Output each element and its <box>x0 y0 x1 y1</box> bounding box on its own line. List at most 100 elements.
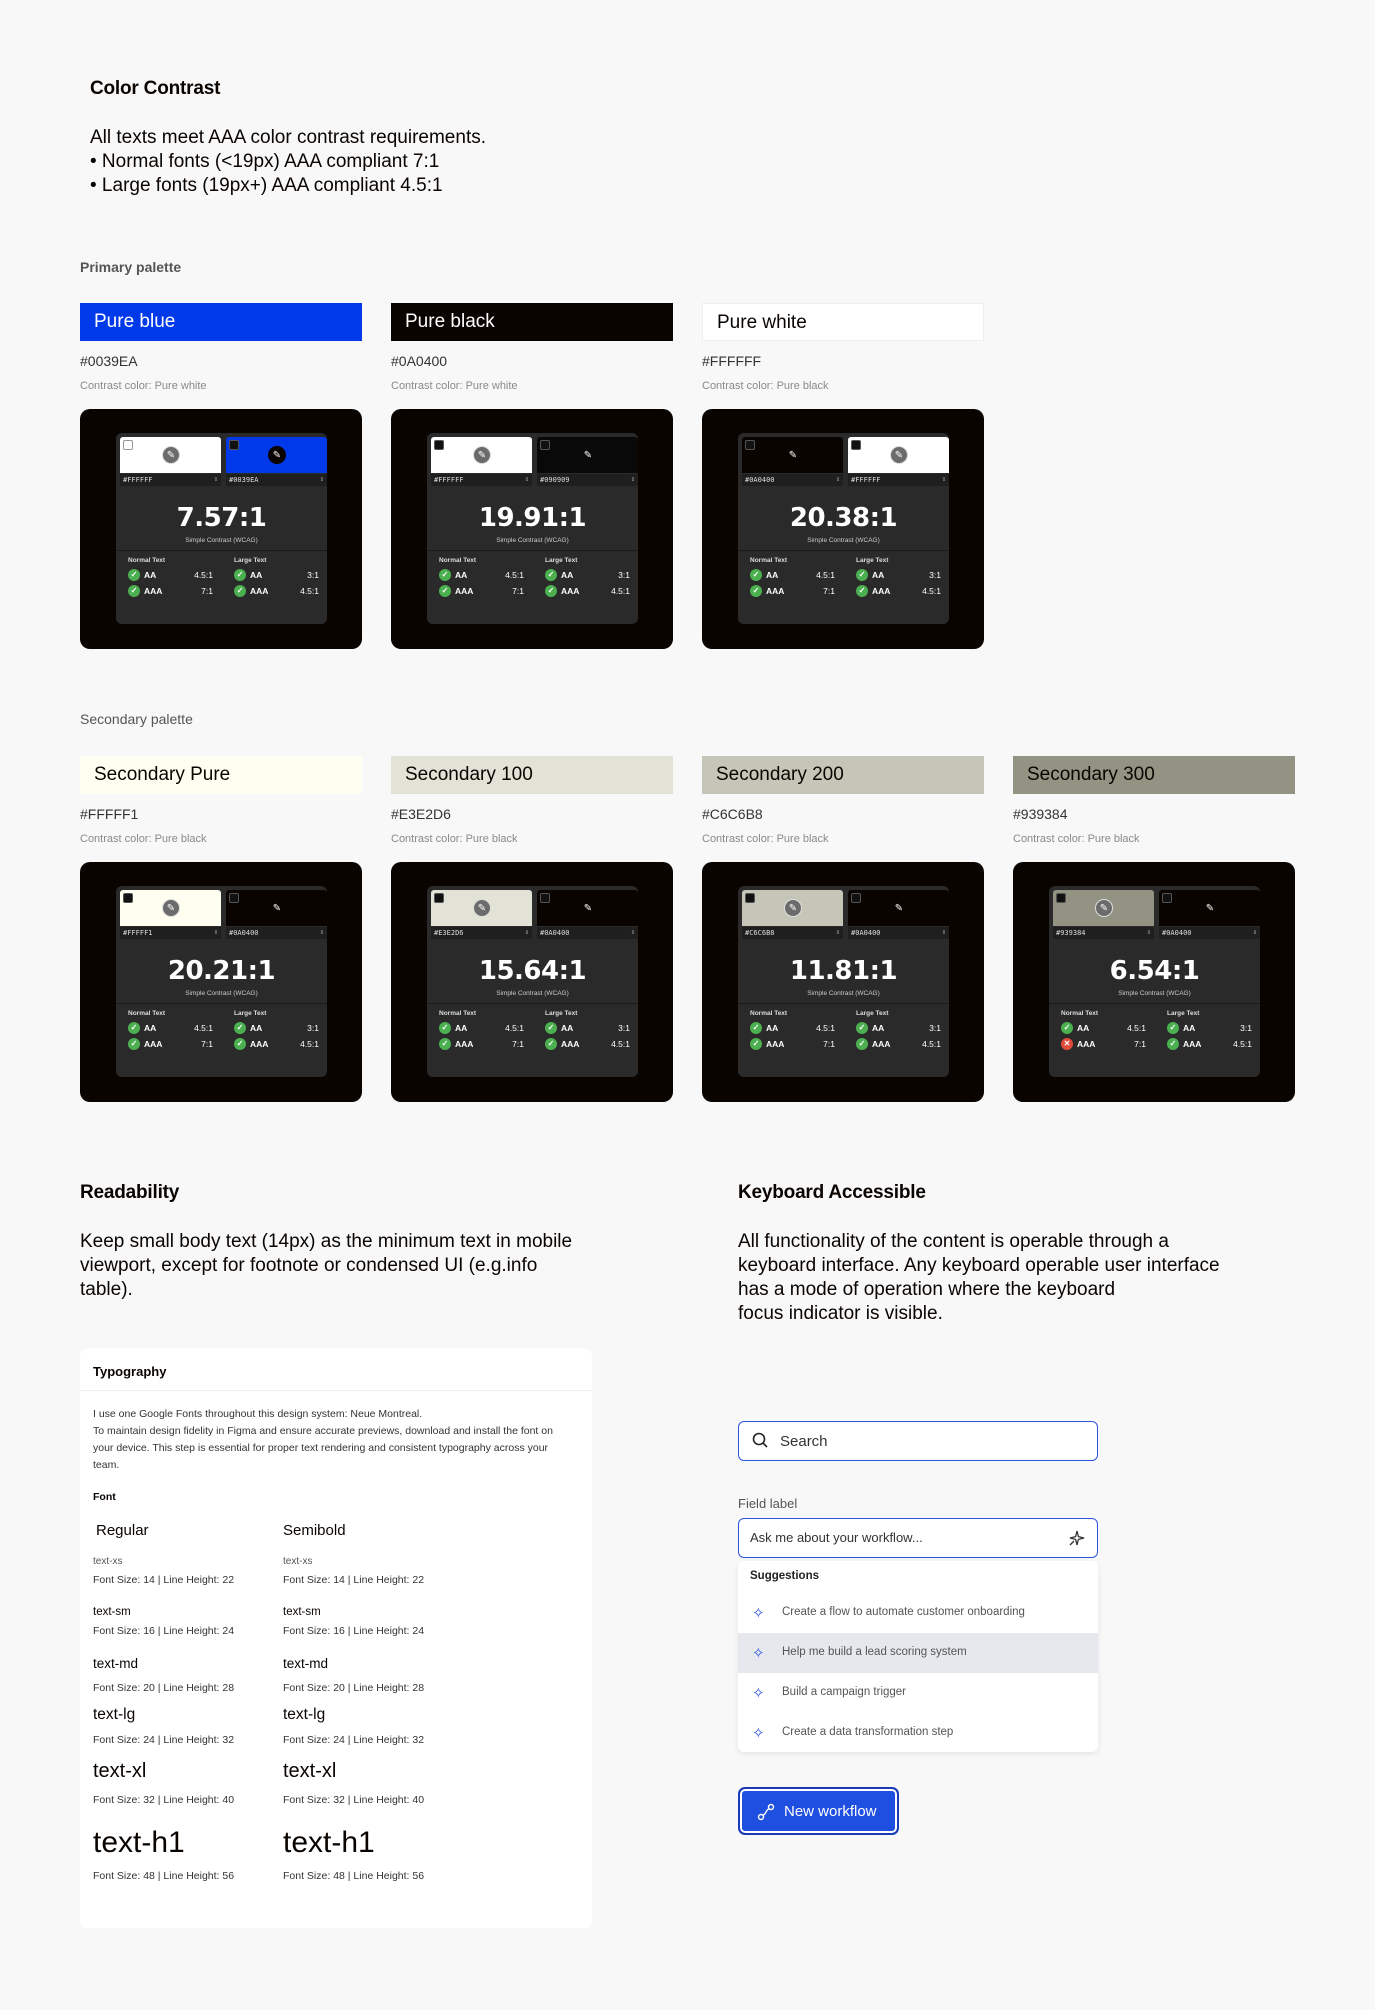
checkbox-icon[interactable] <box>745 440 755 450</box>
divider <box>738 550 949 551</box>
foreground-hex-select[interactable]: #FFFFFF ⇕ <box>120 474 221 486</box>
large-text-column: Large Text ✓ AA 3:1 ✓ AAA 4.5:1 <box>234 557 327 600</box>
check-icon: ✓ <box>234 585 246 597</box>
background-hex-select[interactable]: #090909 ⇕ <box>537 474 638 486</box>
eyedropper-icon[interactable]: ✎ <box>1095 899 1113 917</box>
checkbox-icon[interactable] <box>745 893 755 903</box>
aa-label: AA <box>561 1023 574 1033</box>
checkbox-icon[interactable] <box>123 893 133 903</box>
large-text-heading: Large Text <box>234 557 267 564</box>
background-swatch[interactable]: ✎ <box>226 890 327 926</box>
suggestion-item[interactable]: ✧ Help me build a lead scoring system <box>738 1633 1098 1673</box>
background-swatch[interactable]: ✎ <box>1159 890 1260 926</box>
foreground-swatch[interactable]: ✎ <box>120 437 221 473</box>
aa-label: AA <box>250 570 263 580</box>
checkbox-icon[interactable] <box>229 893 239 903</box>
normal-aaa-row: ✕ AAA 7:1 <box>1061 1037 1156 1053</box>
background-swatch[interactable]: ✎ <box>848 890 949 926</box>
foreground-hex-select[interactable]: #939384 ⇕ <box>1053 927 1154 939</box>
checkbox-icon[interactable] <box>123 440 133 450</box>
foreground-hex-select[interactable]: #C6C6B8 ⇕ <box>742 927 843 939</box>
check-icon: ✓ <box>750 585 762 597</box>
suggestion-item[interactable]: ✧ Create a data transformation step <box>738 1713 1098 1752</box>
normal-aa-row: ✓ AA 4.5:1 <box>1061 1021 1156 1037</box>
eyedropper-icon[interactable]: ✎ <box>890 899 908 917</box>
eyedropper-icon[interactable]: ✎ <box>473 899 491 917</box>
foreground-swatch[interactable]: ✎ <box>1053 890 1154 926</box>
check-icon: ✓ <box>750 1022 762 1034</box>
normal-aa-row: ✓ AA 4.5:1 <box>128 568 223 584</box>
aaa-label: AAA <box>144 1039 163 1049</box>
normal-aa-row: ✓ AA 4.5:1 <box>750 1021 845 1037</box>
contrast-note: Contrast color: Pure black <box>80 833 207 845</box>
checkbox-icon[interactable] <box>851 893 861 903</box>
normal-text-heading: Normal Text <box>128 1010 166 1017</box>
contrast-subtitle: Simple Contrast (WCAG) <box>1118 990 1191 997</box>
large-aaa-row: ✓ AAA 4.5:1 <box>545 584 638 600</box>
checkbox-icon[interactable] <box>540 440 550 450</box>
suggestion-item[interactable]: ✧ Create a flow to automate customer onbo… <box>738 1593 1098 1633</box>
eyedropper-icon[interactable]: ✎ <box>268 446 286 464</box>
background-hex-select[interactable]: #0A0400 ⇕ <box>1159 927 1260 939</box>
aa-value: 4.5:1 <box>194 570 213 580</box>
aaa-value: 7:1 <box>823 586 835 596</box>
swatch-hex: #FFFFF1 <box>80 806 139 822</box>
eyedropper-icon[interactable]: ✎ <box>579 899 597 917</box>
eyedropper-icon[interactable]: ✎ <box>473 446 491 464</box>
foreground-hex-select[interactable]: #FFFFFF ⇕ <box>431 474 532 486</box>
eyedropper-icon[interactable]: ✎ <box>579 446 597 464</box>
aa-value: 3:1 <box>307 570 319 580</box>
foreground-swatch[interactable]: ✎ <box>120 890 221 926</box>
foreground-hex-select[interactable]: #FFFFF1 ⇕ <box>120 927 221 939</box>
background-swatch[interactable]: ✎ <box>537 437 638 473</box>
keyboard-title: Keyboard Accessible <box>738 1182 926 1203</box>
checkbox-icon[interactable] <box>1162 893 1172 903</box>
color-contrast-line-1: All texts meet AAA color contrast requir… <box>90 127 487 148</box>
background-swatch[interactable]: ✎ <box>226 437 327 473</box>
aa-value: 4.5:1 <box>816 1023 835 1033</box>
normal-text-column: Normal Text ✓ AA 4.5:1 ✓ AAA 7:1 <box>128 1010 223 1053</box>
eyedropper-icon[interactable]: ✎ <box>784 446 802 464</box>
large-text-column: Large Text ✓ AA 3:1 ✓ AAA 4.5:1 <box>545 557 638 600</box>
swatch-name: Secondary 100 <box>405 764 533 785</box>
background-swatch[interactable]: ✎ <box>537 890 638 926</box>
aaa-value: 7:1 <box>512 586 524 596</box>
eyedropper-icon[interactable]: ✎ <box>268 899 286 917</box>
background-hex-select[interactable]: #0A0400 ⇕ <box>226 927 327 939</box>
aa-value: 3:1 <box>618 1023 630 1033</box>
typography-intro-3: your device. This step is essential for … <box>93 1442 549 1454</box>
checkbox-icon[interactable] <box>1056 893 1066 903</box>
contrast-checker-panel: ✎ ✎ #E3E2D6 ⇕ #0A0400 ⇕ 15.64:1 Simple Con… <box>427 886 638 1077</box>
foreground-swatch[interactable]: ✎ <box>431 890 532 926</box>
aaa-value: 4.5:1 <box>300 1039 319 1049</box>
check-icon: ✓ <box>545 585 557 597</box>
suggestion-item[interactable]: ✧ Build a campaign trigger <box>738 1673 1098 1713</box>
eyedropper-icon[interactable]: ✎ <box>784 899 802 917</box>
eyedropper-icon[interactable]: ✎ <box>162 899 180 917</box>
checkbox-icon[interactable] <box>229 440 239 450</box>
contrast-subtitle: Simple Contrast (WCAG) <box>496 537 569 544</box>
background-hex-select[interactable]: #0A0400 ⇕ <box>537 927 638 939</box>
ask-field[interactable]: Ask me about your workflow... <box>738 1518 1098 1558</box>
checkbox-icon[interactable] <box>434 440 444 450</box>
foreground-swatch[interactable]: ✎ <box>742 437 843 473</box>
search-input[interactable]: Search <box>738 1421 1098 1461</box>
foreground-hex-select[interactable]: #0A0400 ⇕ <box>742 474 843 486</box>
checkbox-icon[interactable] <box>434 893 444 903</box>
check-icon: ✓ <box>856 585 868 597</box>
eyedropper-icon[interactable]: ✎ <box>1201 899 1219 917</box>
checkbox-icon[interactable] <box>540 893 550 903</box>
check-icon: ✓ <box>545 1022 557 1034</box>
background-hex-select[interactable]: #0A0400 ⇕ <box>848 927 949 939</box>
eyedropper-icon[interactable]: ✎ <box>162 446 180 464</box>
foreground-hex-select[interactable]: #E3E2D6 ⇕ <box>431 927 532 939</box>
background-swatch[interactable]: ✎ <box>848 437 949 473</box>
eyedropper-icon[interactable]: ✎ <box>890 446 908 464</box>
foreground-swatch[interactable]: ✎ <box>742 890 843 926</box>
background-hex-select[interactable]: #0039EA ⇕ <box>226 474 327 486</box>
foreground-swatch[interactable]: ✎ <box>431 437 532 473</box>
new-workflow-button[interactable]: New workflow <box>738 1787 899 1835</box>
background-hex-select[interactable]: #FFFFFF ⇕ <box>848 474 949 486</box>
ai-sparkle-icon[interactable] <box>1068 1529 1086 1552</box>
checkbox-icon[interactable] <box>851 440 861 450</box>
